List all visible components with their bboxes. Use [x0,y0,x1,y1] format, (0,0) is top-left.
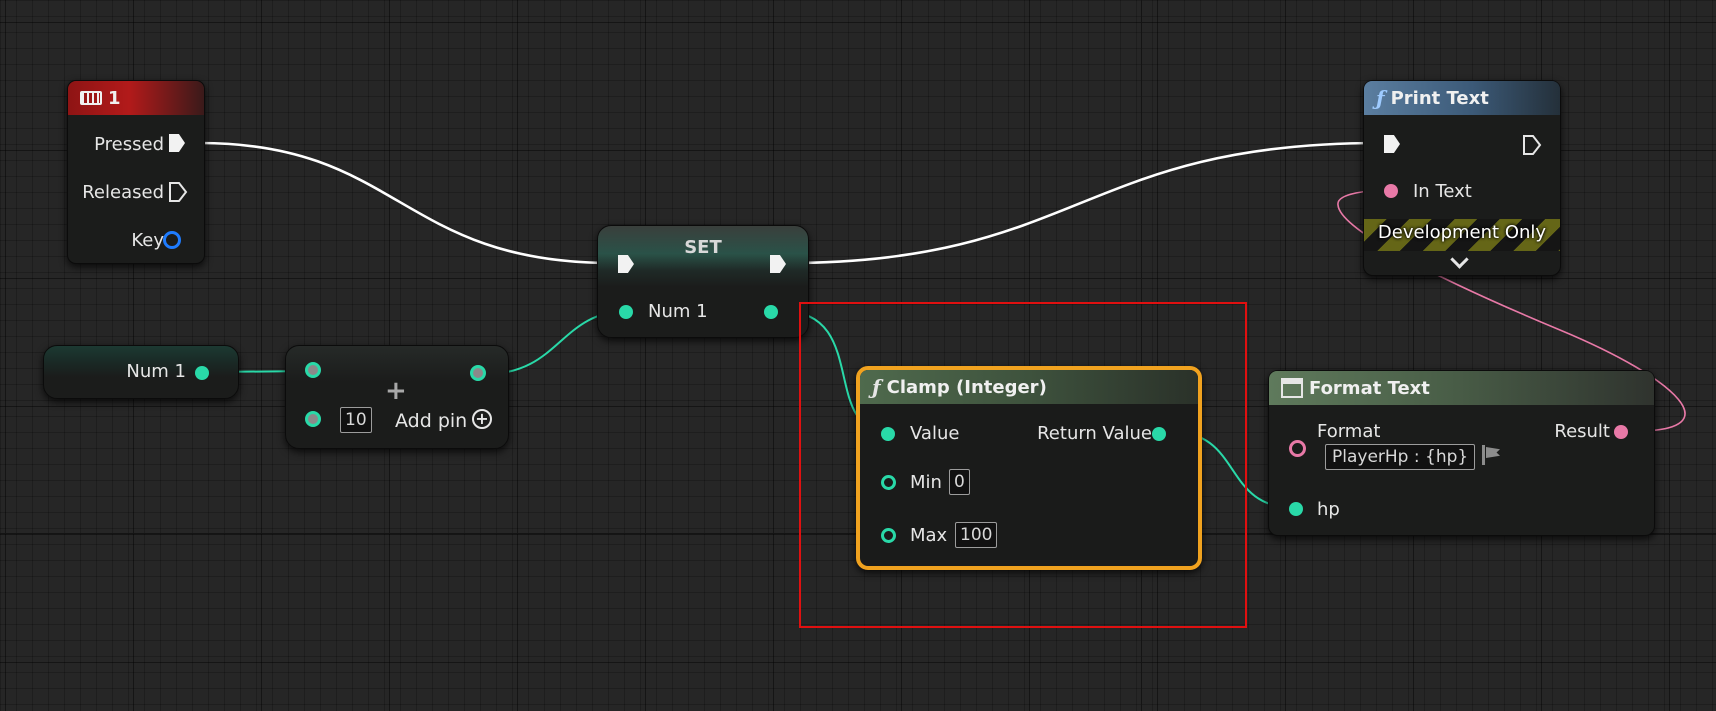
format-text-node-icon [1281,378,1303,398]
set-num1-output-pin[interactable] [764,305,778,319]
add-pin-label[interactable]: Add pin [395,410,467,432]
flag-icon-cloth [1486,447,1500,458]
clamp-integer-node[interactable]: ƒ Clamp (Integer) Value Return Value Min… [856,366,1202,570]
num1-get-label: Num 1 [126,361,186,382]
clamp-node-header[interactable]: ƒ Clamp (Integer) [860,370,1198,404]
pressed-exec-pin[interactable] [169,134,185,152]
set-exec-out-pin[interactable] [770,255,786,273]
flag-icon[interactable] [1482,445,1485,465]
released-pin-label: Released [82,182,164,203]
format-input-pin[interactable] [1289,440,1306,457]
keyboard-icon [80,91,102,105]
plus-icon: + [385,376,407,406]
function-icon: ƒ [1376,86,1385,110]
add-input-b-pin[interactable] [305,411,321,427]
format-hp-label: hp [1317,499,1340,520]
format-result-pin[interactable] [1614,425,1628,439]
add-pin-circle-plus-icon[interactable]: + [472,409,492,429]
num1-get-node[interactable]: Num 1 [43,345,239,399]
num1-get-output-pin[interactable] [195,366,209,380]
format-text-title: Format Text [1309,377,1430,399]
add-output-pin[interactable] [470,365,486,381]
clamp-max-value[interactable]: 100 [955,522,998,548]
input-key-node[interactable]: 1 Pressed Released Key [67,80,205,264]
input-key-node-header[interactable]: 1 [68,81,204,115]
key-struct-pin[interactable] [163,231,181,249]
print-text-header[interactable]: ƒ Print Text [1364,81,1560,115]
format-result-label: Result [1554,421,1610,442]
print-text-node[interactable]: ƒ Print Text In Text Development Only [1363,80,1561,276]
set-num1-input-pin[interactable] [619,305,633,319]
function-icon: ƒ [872,375,881,399]
clamp-min-label: Min [910,472,942,493]
format-text-header[interactable]: Format Text [1269,371,1654,405]
print-text-title: Print Text [1390,87,1489,109]
input-key-title: 1 [108,87,121,109]
print-exec-out-pin[interactable] [1522,134,1542,161]
clamp-min-value[interactable]: 0 [949,469,970,495]
print-in-text-label: In Text [1413,181,1472,202]
add-node[interactable]: 10 + Add pin + [285,345,509,449]
chevron-down-icon[interactable] [1450,250,1469,269]
development-only-banner: Development Only [1364,219,1560,251]
set-num1-label: Num 1 [648,301,708,322]
key-pin-label: Key [131,230,164,251]
exec-wire-pressed-to-set [199,141,613,265]
print-exec-in-pin[interactable] [1384,135,1400,153]
exec-wire-set-to-print [785,141,1381,265]
clamp-max-label: Max [910,525,948,546]
set-node[interactable]: SET Num 1 [597,225,809,338]
clamp-return-value-pin[interactable] [1152,427,1166,441]
add-input-a-pin[interactable] [305,362,321,378]
format-hp-input-pin[interactable] [1289,502,1303,516]
add-input-b-value[interactable]: 10 [340,407,372,433]
clamp-max-input-pin[interactable] [881,528,896,543]
format-label: Format [1317,421,1381,442]
released-exec-pin[interactable] [168,181,188,208]
clamp-value-input-pin[interactable] [881,427,895,441]
print-in-text-pin[interactable] [1384,184,1398,198]
pressed-pin-label: Pressed [94,134,164,155]
clamp-min-input-pin[interactable] [881,475,896,490]
format-value-input[interactable]: PlayerHp : {hp} [1325,444,1476,470]
clamp-node-title: Clamp (Integer) [886,376,1047,398]
format-text-node[interactable]: Format Text Format PlayerHp : {hp} Resul… [1268,370,1655,536]
set-exec-in-pin[interactable] [618,255,634,273]
clamp-value-label: Value [910,423,960,444]
clamp-return-value-label: Return Value [1037,423,1152,444]
